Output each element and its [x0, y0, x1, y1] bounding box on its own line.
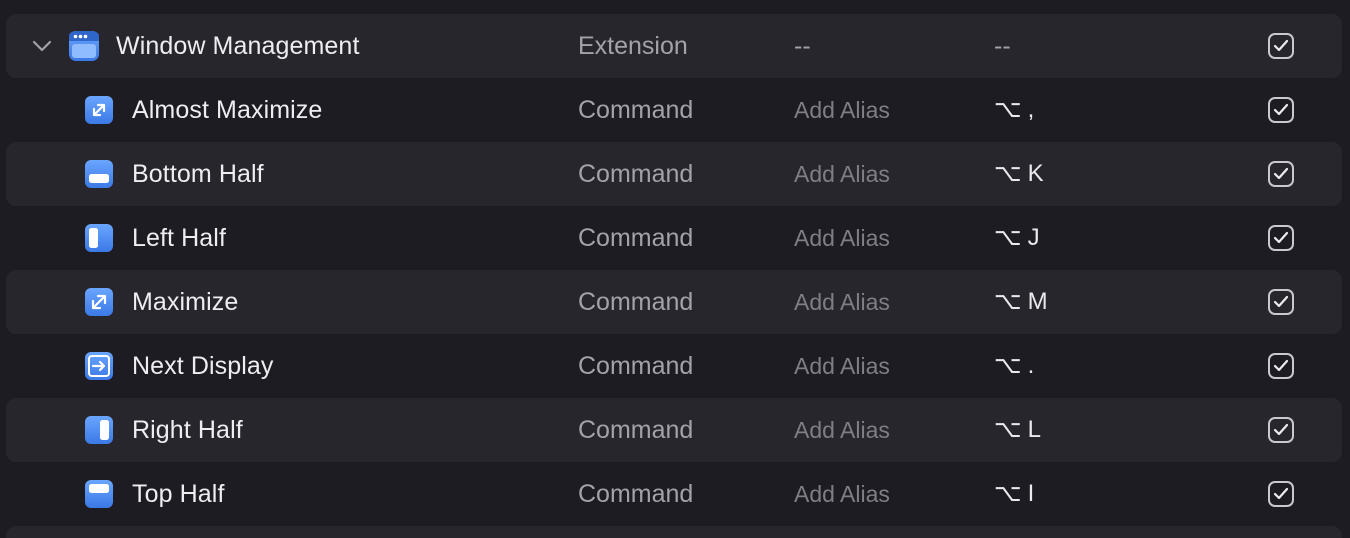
command-enabled-checkbox[interactable] [1268, 353, 1294, 379]
hotkey-key: , [1027, 96, 1035, 123]
extension-hotkey: -- [994, 32, 1011, 60]
command-hotkey[interactable]: ⌥ L [994, 398, 1041, 462]
command-hotkey[interactable]: ⌥ I [994, 462, 1034, 526]
chevron-down-icon[interactable] [30, 36, 54, 56]
command-title: Left Half [132, 224, 227, 252]
command-row-almost-maximize[interactable]: Almost Maximize Command Add Alias ⌥, [6, 78, 1342, 142]
add-alias-button[interactable]: Add Alias [794, 142, 890, 206]
top-half-icon [84, 479, 114, 509]
command-hotkey[interactable]: ⌥, [994, 78, 1034, 142]
command-title: Right Half [132, 416, 243, 444]
command-title: Bottom Half [132, 160, 264, 188]
almost-maximize-icon [84, 95, 114, 125]
left-half-icon [84, 223, 114, 253]
command-hotkey[interactable]: ⌥ K [994, 142, 1044, 206]
extension-type: Extension [578, 32, 688, 60]
checkmark-icon [1273, 359, 1289, 372]
window-management-icon [68, 30, 100, 62]
checkmark-icon [1273, 103, 1289, 116]
command-enabled-checkbox[interactable] [1268, 481, 1294, 507]
option-key-glyph: ⌥ [994, 352, 1022, 379]
command-type: Command [578, 352, 694, 380]
option-key-glyph: ⌥ [994, 480, 1022, 507]
extensions-list: Window Management Extension -- -- Almost… [0, 0, 1350, 538]
hotkey-key: L [1027, 416, 1042, 443]
extension-alias: -- [794, 32, 811, 60]
checkmark-icon [1273, 231, 1289, 244]
hotkey-key: I [1027, 480, 1035, 507]
command-enabled-checkbox[interactable] [1268, 417, 1294, 443]
command-type: Command [578, 160, 694, 188]
command-title: Next Display [132, 352, 274, 380]
command-type: Command [578, 416, 694, 444]
checkmark-icon [1273, 423, 1289, 436]
extension-enabled-checkbox[interactable] [1268, 33, 1294, 59]
add-alias-button[interactable]: Add Alias [794, 334, 890, 398]
command-row-maximize[interactable]: Maximize Command Add Alias ⌥ M [6, 270, 1342, 334]
command-type: Command [578, 224, 694, 252]
command-row-top-half[interactable]: Top Half Command Add Alias ⌥ I [6, 462, 1342, 526]
command-title: Almost Maximize [132, 96, 323, 124]
option-key-glyph: ⌥ [994, 288, 1022, 315]
command-enabled-checkbox[interactable] [1268, 225, 1294, 251]
command-type: Command [578, 480, 694, 508]
command-title: Maximize [132, 288, 239, 316]
command-enabled-checkbox[interactable] [1268, 97, 1294, 123]
checkmark-icon [1273, 39, 1289, 52]
add-alias-button[interactable]: Add Alias [794, 78, 890, 142]
command-row-left-half[interactable]: Left Half Command Add Alias ⌥ J [6, 206, 1342, 270]
checkmark-icon [1273, 487, 1289, 500]
command-enabled-checkbox[interactable] [1268, 289, 1294, 315]
command-row-next-display[interactable]: Next Display Command Add Alias ⌥. [6, 334, 1342, 398]
option-key-glyph: ⌥ [994, 224, 1022, 251]
command-row-bottom-half[interactable]: Bottom Half Command Add Alias ⌥ K [6, 142, 1342, 206]
add-alias-button[interactable]: Add Alias [794, 462, 890, 526]
command-enabled-checkbox[interactable] [1268, 161, 1294, 187]
command-type: Command [578, 96, 694, 124]
right-half-icon [84, 415, 114, 445]
next-display-icon [84, 351, 114, 381]
next-row-edge [6, 526, 1342, 538]
option-key-glyph: ⌥ [994, 160, 1022, 187]
checkmark-icon [1273, 167, 1289, 180]
command-title: Top Half [132, 480, 225, 508]
hotkey-key: J [1027, 224, 1040, 251]
bottom-half-icon [84, 159, 114, 189]
add-alias-button[interactable]: Add Alias [794, 270, 890, 334]
extension-title: Window Management [116, 32, 360, 60]
add-alias-button[interactable]: Add Alias [794, 398, 890, 462]
command-type: Command [578, 288, 694, 316]
hotkey-key: M [1027, 288, 1048, 315]
hotkey-key: K [1027, 160, 1044, 187]
command-row-right-half[interactable]: Right Half Command Add Alias ⌥ L [6, 398, 1342, 462]
command-hotkey[interactable]: ⌥ J [994, 206, 1040, 270]
checkmark-icon [1273, 295, 1289, 308]
option-key-glyph: ⌥ [994, 96, 1022, 123]
command-hotkey[interactable]: ⌥ M [994, 270, 1048, 334]
maximize-icon [84, 287, 114, 317]
extension-row-window-management[interactable]: Window Management Extension -- -- [6, 14, 1342, 78]
hotkey-key: . [1027, 352, 1035, 379]
option-key-glyph: ⌥ [994, 416, 1022, 443]
add-alias-button[interactable]: Add Alias [794, 206, 890, 270]
command-hotkey[interactable]: ⌥. [994, 334, 1034, 398]
